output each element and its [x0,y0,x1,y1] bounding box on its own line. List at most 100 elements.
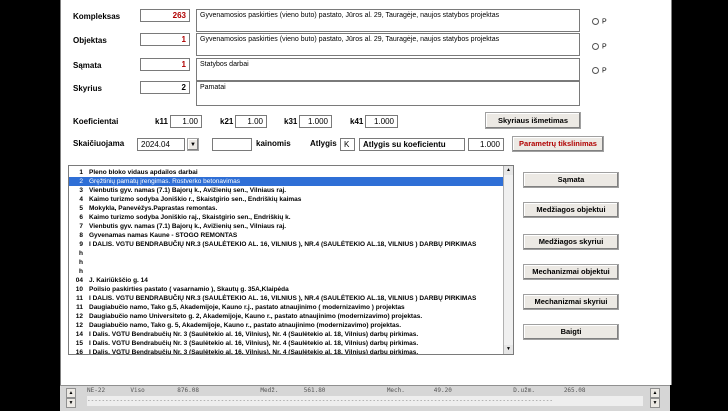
atlygis-text-field[interactable]: Atlygis su koeficientu [359,138,465,151]
list-item-number: h [79,268,83,275]
parametru-tikslinimas-button[interactable]: Parametrų tikslinimas [512,136,604,152]
list-item[interactable]: 5 Mokykla, Panevėžys.Paprastas remontas. [69,204,505,213]
k31-label: k31 [284,117,298,126]
samata-number-field[interactable]: 1 [140,58,190,71]
atlygis-label: Atlygis [310,139,337,148]
list-item-text: Daugiabučio namo, Tako g.5, Akademijoje,… [89,304,405,311]
skyrius-text-field[interactable]: Pamatai [196,81,580,106]
list-item[interactable]: 12 Daugiabučio namo, Tako g. 5, Akademijo… [69,321,505,330]
list-item[interactable]: 4 Kaimo turizmo sodyba Joniškio r., Skais… [69,195,505,204]
list-item-number: 5 [79,205,83,212]
list-item[interactable]: 8 Gyvenamas namas Kaune - STOGO REMONTAS [69,231,505,240]
k21-field[interactable]: 1.00 [235,115,267,128]
objektas-number-field[interactable]: 1 [140,33,190,46]
list-item[interactable]: h [69,249,505,258]
list-item[interactable]: h [69,267,505,276]
list-item[interactable]: 16 I Dalis. VGTU Bendrabučių Nr. 3 (Saulė… [69,348,505,355]
kompleksas-radio[interactable]: P [592,18,607,25]
status-totals: NE-22 Viso 876.08 Medž. 561.80 Mech. 49.… [87,387,586,394]
list-item[interactable]: h [69,258,505,267]
list-item[interactable]: 14 I Dalis. VGTU Bendrabučių Nr. 3 (Saulė… [69,330,505,339]
kompleksas-number-field[interactable]: 263 [140,9,190,22]
list-item[interactable]: 11 I DALIS. VGTU BENDRABUČIŲ NR.3 (SAULĖT… [69,294,505,303]
list-item-number: 7 [79,223,83,230]
scroll-down-icon[interactable]: ▼ [504,345,513,354]
list-item-text: Gyvenamas namas Kaune - STOGO REMONTAS [89,232,238,239]
k41-field[interactable]: 1.000 [365,115,398,128]
kompleksas-label: Kompleksas [73,12,121,21]
objektas-radio[interactable]: P [592,43,607,50]
list-item-number: 4 [79,196,83,203]
list-item-number: h [79,259,83,266]
price-field[interactable] [212,138,252,151]
radio-button-icon [592,43,599,50]
samata-text-field[interactable]: Statybos darbai [196,58,580,81]
mechanizmai-skyriui-button[interactable]: Mechanizmai skyriui [523,294,619,310]
list-item[interactable]: 04 J. Kairiūkščio g. 14 [69,276,505,285]
list-item[interactable]: 3 Vienbutis gyv. namas (7.1) Bajorų k., A… [69,186,505,195]
list-item-number: 2 [79,178,83,185]
medziagos-skyriui-button[interactable]: Medžiagos skyriui [523,234,619,250]
status-separator: ----------------------------------------… [87,396,643,406]
koeficientai-label: Koeficientai [73,117,119,126]
list-item[interactable]: 15 I Dalis. VGTU Bendrabučių Nr. 3 (Saulė… [69,339,505,348]
period-dropdown[interactable]: ▼ [187,138,199,151]
list-item-text: I DALIS. VGTU BENDRABUČIŲ NR.3 (SAULĖTEK… [89,295,477,302]
scroll-down-icon[interactable]: ▼ [650,398,660,408]
list-item-text: Kaimo turizmo sodyba Joniškio r., Skaist… [89,196,302,203]
objektas-label: Objektas [73,36,107,45]
list-item[interactable]: 1 Pleno bloko vidaus apdailos darbai [69,168,505,177]
list-item[interactable]: 12 Daugiabučio namo Universiteto g. 2, Ak… [69,312,505,321]
list-item-number: 10 [75,286,83,293]
list-item-text: I Dalis. VGTU Bendrabučių Nr. 3 (Saulėte… [89,349,419,355]
list-item-number: 9 [79,241,83,248]
medziagos-objektui-button[interactable]: Medžiagos objektui [523,202,619,218]
list-item[interactable]: 2 Gręžtinių pamatų įrengimas. Rostverko b… [69,177,505,186]
chevron-down-icon: ▼ [190,142,196,148]
list-item[interactable]: 7 Vienbutis gyv. namas (7.1) Bajorų k., A… [69,222,505,231]
radio-button-icon [592,18,599,25]
skyrius-number-field[interactable]: 2 [140,81,190,94]
list-item[interactable]: 11 Daugiabučio namo, Tako g.5, Akademijoj… [69,303,505,312]
list-item-text: Mokykla, Panevėžys.Paprastas remontas. [89,205,218,212]
objektas-text-field[interactable]: Gyvenamosios paskirties (vieno buto) pas… [196,33,580,56]
list-item-text: Daugiabučio namo Universiteto g. 2, Akad… [89,313,423,320]
list-item-text: Vienbutis gyv. namas (7.1) Bajorų k., Av… [89,187,287,194]
list-item-number: 14 [75,331,83,338]
list-scrollbar[interactable]: ▲ ▼ [503,166,513,354]
list-item-text: Vienbutis gyv. namas (7.1) Bajorų k., Av… [89,223,287,230]
status-bar: ▲ ▼ NE-22 Viso 876.08 Medž. 561.80 Mech.… [60,385,670,411]
list-item-number: 11 [76,295,83,302]
baigti-button[interactable]: Baigti [523,324,619,340]
scroll-up-icon[interactable]: ▲ [650,388,660,398]
scroll-up-icon[interactable]: ▲ [504,166,513,175]
list-item-number: 6 [79,214,83,221]
scroll-up-icon[interactable]: ▲ [66,388,76,398]
period-field[interactable]: 2024.04 [137,138,185,151]
scroll-down-icon[interactable]: ▼ [66,398,76,408]
list-item-number: 12 [75,313,83,320]
samata-radio[interactable]: P [592,67,607,74]
kompleksas-text-field[interactable]: Gyvenamosios paskirties (vieno buto) pas… [196,9,580,32]
k41-label: k41 [350,117,364,126]
list-item[interactable]: 10 Poilsio paskirties pastato ( vasarnami… [69,285,505,294]
list-item-text: Kaimo turizmo sodyba Joniškio raj., Skai… [89,214,291,221]
samata-button[interactable]: Sąmata [523,172,619,188]
list-item-number: 1 [79,169,83,176]
list-item-number: 12 [75,322,83,329]
mechanizmai-objektui-button[interactable]: Mechanizmai objektui [523,264,619,280]
atlygis-value-field[interactable]: 1.000 [468,138,504,151]
skyrius-label: Skyrius [73,84,102,93]
project-list[interactable]: 17Šlaitinio stogo įrengimas Vilniuje, Ko… [68,165,514,355]
k31-field[interactable]: 1.000 [299,115,332,128]
list-item[interactable]: 6 Kaimo turizmo sodyba Joniškio raj., Ska… [69,213,505,222]
skaiciuojama-label: Skaičiuojama [73,139,125,148]
list-item-text: I DALIS. VGTU BENDRABUČIŲ NR.3 (SAULĖTEK… [89,241,477,248]
list-item-number: 15 [75,340,83,347]
list-item-number: 8 [79,232,83,239]
atlygis-code-field[interactable]: K [340,138,355,151]
list-item-text: Pleno bloko vidaus apdailos darbai [89,169,198,176]
k11-field[interactable]: 1.00 [170,115,202,128]
list-item[interactable]: 9 I DALIS. VGTU BENDRABUČIŲ NR.3 (SAULĖTE… [69,240,505,249]
skyriaus-ismetimas-button[interactable]: Skyriaus išmetimas [485,112,581,129]
